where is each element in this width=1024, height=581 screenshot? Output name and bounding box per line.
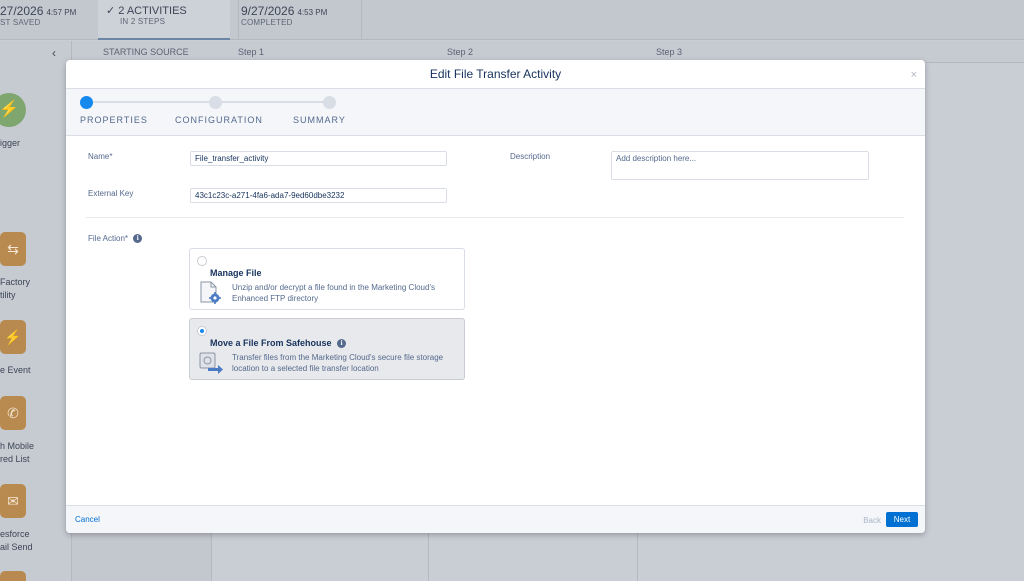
trigger-bolt-icon[interactable]: ⚡ (0, 93, 26, 127)
description-label: Description (510, 152, 551, 161)
wizard-label-summary[interactable]: SUMMARY (293, 115, 346, 125)
starting-source-label: STARTING SOURCE (103, 47, 189, 57)
completed-time: 4:53 PM (297, 8, 328, 17)
mobile-icon[interactable]: ✆ (0, 396, 26, 430)
name-input[interactable] (190, 151, 447, 166)
radio-manage-file[interactable] (197, 256, 207, 266)
edit-file-transfer-modal: Edit File Transfer Activity × PROPERTIES… (66, 60, 925, 533)
wizard-step-summary-dot[interactable] (323, 96, 336, 109)
file-transfer-icon[interactable]: ⇆ (0, 232, 26, 266)
wizard-label-configuration[interactable]: CONFIGURATION (175, 115, 263, 125)
completed-cell: 9/27/2026 4:53 PM COMPLETED (238, 0, 362, 40)
name-label: Name* (88, 152, 113, 161)
modal-footer: Cancel Back Next (66, 505, 925, 533)
bolt-icon[interactable]: ⚡ (0, 320, 26, 354)
radio-move-from-safehouse[interactable] (197, 326, 207, 336)
modal-header: Edit File Transfer Activity × (66, 60, 925, 89)
wizard-step-configuration-dot[interactable] (209, 96, 222, 109)
activities-title: 2 ACTIVITIES (118, 5, 187, 17)
safe-transfer-icon (199, 352, 223, 374)
sidebar-item-label: h Mobile red List (0, 441, 35, 464)
info-icon[interactable]: i (337, 339, 347, 349)
sidebar-item-label: e Event (0, 365, 31, 375)
wizard-label-properties[interactable]: PROPERTIES (80, 115, 148, 125)
step-2-label: Step 2 (447, 47, 474, 57)
completed-date: 9/27/2026 (241, 4, 295, 18)
activity-sidebar: ⚡ igger ⇆ Factory tility ⚡ e Event ✆ h Mo… (0, 41, 72, 581)
wizard-progress (66, 89, 925, 136)
activity-topbar: 27/2026 4:57 PM ST SAVED ✓ 2 ACTIVITIES … (0, 0, 1024, 40)
file-action-option-manage-file[interactable]: Manage File Unzip and/or decrypt a file … (189, 248, 465, 310)
wizard-step-properties-dot[interactable] (80, 96, 93, 109)
sidebar-item-label: Factory tility (0, 277, 31, 300)
next-button[interactable]: Next (886, 512, 918, 527)
option-title: Move a File From Safehouse i (210, 338, 347, 349)
info-icon[interactable]: i (133, 234, 143, 244)
collapse-chevron-icon[interactable]: ‹ (52, 46, 56, 60)
back-button[interactable]: Back (863, 516, 881, 525)
step-3-label: Step 3 (656, 47, 683, 57)
option-title: Manage File (210, 268, 262, 278)
file-action-option-move-from-safehouse[interactable]: Move a File From Safehouse i Transfer fi… (189, 318, 465, 380)
saved-date: 27/2026 (0, 4, 44, 18)
option-description: Transfer files from the Marketing Cloud'… (232, 353, 444, 373)
external-key-input[interactable] (190, 188, 447, 203)
check-icon: ✓ (106, 5, 116, 17)
form-divider (86, 217, 904, 218)
saved-time: 4:57 PM (46, 8, 77, 17)
external-key-label: External Key (88, 189, 134, 198)
activities-sub: IN 2 STEPS (120, 17, 166, 26)
file-action-label: File Action* i (88, 234, 143, 244)
step-1-label: Step 1 (238, 47, 265, 57)
envelope-icon[interactable]: ✉ (0, 484, 26, 518)
close-icon[interactable]: × (911, 69, 917, 81)
cancel-button[interactable]: Cancel (75, 515, 100, 524)
saved-label: ST SAVED (0, 18, 41, 27)
sidebar-item-label: esforce ail Send (0, 529, 33, 552)
completed-label: COMPLETED (241, 18, 293, 27)
activities-tab[interactable]: ✓ 2 ACTIVITIES IN 2 STEPS (98, 0, 230, 40)
last-saved-cell: 27/2026 4:57 PM ST SAVED (0, 0, 96, 40)
file-gear-icon (200, 281, 221, 304)
description-textarea[interactable] (611, 151, 869, 180)
modal-title: Edit File Transfer Activity (429, 67, 562, 81)
wizard-track (86, 101, 330, 103)
option-description: Unzip and/or decrypt a file found in the… (232, 283, 435, 303)
activity-icon[interactable] (0, 571, 26, 581)
trigger-label: igger (0, 138, 21, 148)
